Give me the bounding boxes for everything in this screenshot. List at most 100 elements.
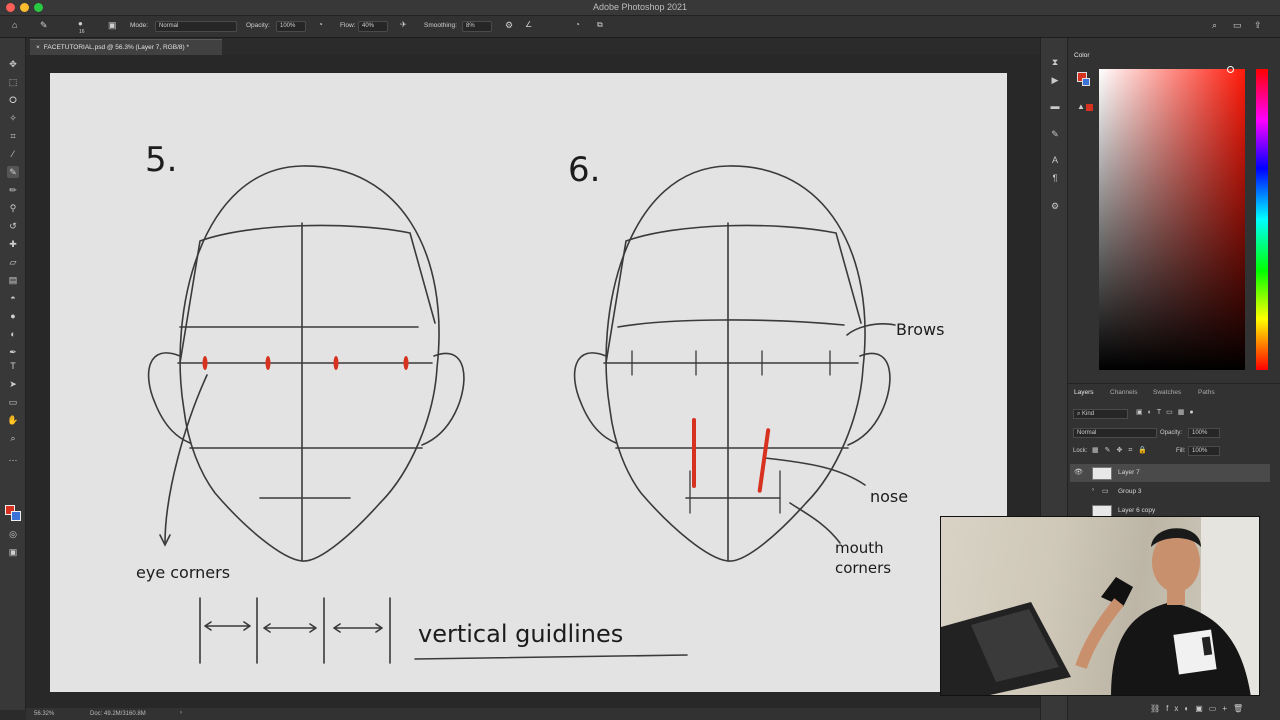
brush-size: 16 (79, 29, 85, 35)
hue-slider[interactable] (1256, 69, 1268, 370)
layer-filter-icons[interactable]: ▣◐T▭▦● (1136, 408, 1199, 416)
workspace-icon[interactable]: ▭ (1233, 20, 1242, 31)
layer-thumbnail (1092, 467, 1112, 480)
symmetry-icon[interactable]: ⧉ (597, 20, 603, 30)
brows-arrow (846, 323, 896, 336)
ear-left-b (573, 352, 617, 444)
history-brush-tool-icon[interactable]: ↺ (7, 220, 19, 232)
document-tab-close-icon[interactable]: × (36, 44, 40, 51)
healing-brush-tool-icon[interactable]: ✚ (7, 238, 19, 250)
dodge-tool-icon[interactable]: ◐ (7, 328, 19, 340)
paths-tab[interactable]: Paths (1198, 389, 1215, 396)
layer-filter-select[interactable]: ⌕ Kind (1073, 409, 1128, 419)
brush-preset-icon[interactable]: ● (78, 19, 83, 28)
color-panel-tab[interactable]: Color (1074, 52, 1090, 59)
zoom-tool-icon[interactable]: ⌕ (7, 432, 19, 444)
ear-right-a (421, 352, 465, 446)
status-bar: 56.32% Doc: 49.2M/3160.8M › (26, 708, 1040, 720)
pencil-tool-icon[interactable]: ✏ (7, 184, 19, 196)
paragraph-icon[interactable]: ¶ (1049, 172, 1061, 184)
tools-panel: ✥ ⬚ ⵔ ✧ ⌗ ⁄ ✎ ✏ ⚲ ↺ ✚ ▱ ▤ ◓ ● ◐ ✒ T ➤ ▭ … (0, 38, 26, 710)
lasso-tool-icon[interactable]: ⵔ (7, 94, 19, 106)
move-tool-icon[interactable]: ✥ (7, 58, 19, 70)
eye-visibility-icon[interactable]: 👁 (1074, 468, 1083, 476)
brush-tool-icon[interactable]: ✎ (7, 166, 19, 178)
quick-mask-icon[interactable]: ◎ (7, 528, 19, 540)
eyedropper-tool-icon[interactable]: ⁄ (7, 148, 19, 160)
ear-left-a (147, 352, 191, 444)
step-label-right: 6. (568, 150, 600, 190)
layers-tab[interactable]: Layers (1074, 389, 1094, 396)
gamut-warning-icon: ▲ (1077, 102, 1085, 111)
crop-tool-icon[interactable]: ⌗ (7, 130, 19, 142)
channels-tab[interactable]: Channels (1110, 389, 1137, 396)
color-panel-background-swatch[interactable] (1082, 78, 1090, 86)
lock-icons[interactable]: ▦✎✥⌗🔒 (1092, 446, 1153, 455)
forehead-box-left (179, 224, 436, 364)
blur-tool-icon[interactable]: ● (7, 310, 19, 322)
pressure-opacity-icon[interactable]: ◔ (318, 20, 323, 29)
character-icon[interactable]: A (1049, 154, 1061, 166)
app-title: Adobe Photoshop 2021 (592, 2, 688, 12)
layer-row[interactable]: › ▭ Group 3 (1070, 483, 1270, 501)
type-tool-icon[interactable]: T (7, 360, 19, 372)
clone-stamp-tool-icon[interactable]: ⚲ (7, 202, 19, 214)
adjustments-icon[interactable]: ▬ (1049, 100, 1061, 112)
layer-opacity-field[interactable]: 100% (1188, 428, 1220, 438)
share-icon[interactable]: ⇪ (1254, 20, 1262, 31)
brows-label: Brows (896, 320, 944, 339)
brush-tool-icon[interactable]: ✎ (40, 20, 48, 31)
blend-mode-select[interactable]: Normal (1073, 428, 1157, 438)
document-tab[interactable]: × FACETUTORIAL.psd @ 56.3% (Layer 7, RGB/… (30, 39, 222, 55)
gradient-tool-icon[interactable]: ▤ (7, 274, 19, 286)
gamut-color-icon[interactable] (1086, 104, 1093, 111)
mode-select[interactable]: Normal (155, 21, 237, 32)
search-icon[interactable]: ⌕ (1212, 20, 1217, 31)
lock-label: Lock: (1073, 448, 1088, 454)
eraser-tool-icon[interactable]: ▱ (7, 256, 19, 268)
chevron-right-icon[interactable]: › (1092, 487, 1094, 493)
screen-mode-icon[interactable]: ▣ (7, 546, 19, 558)
layer-name: Group 3 (1118, 488, 1142, 495)
vertical-guidlines-label: vertical guidlines (418, 620, 623, 648)
status-chevron-icon[interactable]: › (180, 710, 182, 716)
paint-bucket-tool-icon[interactable]: ◓ (7, 292, 19, 304)
home-icon[interactable]: ⌂ (12, 20, 17, 30)
eye-corners-label: eye corners (136, 563, 230, 582)
brush-settings-icon[interactable]: ✎ (1049, 128, 1061, 140)
pen-tool-icon[interactable]: ✒ (7, 346, 19, 358)
document-tab-label: FACETUTORIAL.psd @ 56.3% (Layer 7, RGB/8… (43, 44, 189, 51)
background-color-swatch[interactable] (11, 511, 21, 521)
red-marks (202, 356, 771, 493)
swatches-tab[interactable]: Swatches (1153, 389, 1181, 396)
webcam-overlay (940, 516, 1260, 696)
document-canvas[interactable]: 5. 6. eye corners vertical guidlines Bro… (50, 73, 1007, 692)
zoom-level[interactable]: 56.32% (34, 711, 54, 717)
brush-settings-icon[interactable]: ▣ (108, 20, 117, 31)
nose-label: nose (870, 487, 908, 506)
pressure-size-icon[interactable]: ◔ (575, 20, 580, 29)
fill-field[interactable]: 100% (1188, 446, 1220, 456)
actions-play-icon[interactable]: ▶ (1049, 74, 1061, 86)
color-picker-field[interactable] (1099, 69, 1245, 370)
eye-corners-arrow (164, 374, 208, 544)
smoothing-settings-gear-icon[interactable]: ⚙ (505, 20, 513, 31)
smoothing-field[interactable]: 8% (462, 21, 492, 32)
color-picker-cursor[interactable] (1227, 66, 1234, 73)
properties-icon[interactable]: ⚙ (1049, 200, 1061, 212)
mouth-arrow (789, 502, 841, 544)
layer-name: Layer 6 copy (1118, 507, 1156, 514)
layers-footer-icons[interactable]: ⛓fx◐▣▭+🗑 (1150, 704, 1249, 713)
marquee-tool-icon[interactable]: ⬚ (7, 76, 19, 88)
opacity-field[interactable]: 100% (276, 21, 306, 32)
history-icon[interactable]: ⧗ (1049, 56, 1061, 68)
magic-wand-tool-icon[interactable]: ✧ (7, 112, 19, 124)
airbrush-icon[interactable]: ✈ (400, 20, 407, 29)
hand-tool-icon[interactable]: ✋ (7, 414, 19, 426)
shape-tool-icon[interactable]: ▭ (7, 396, 19, 408)
angle-icon[interactable]: ∠ (525, 20, 532, 29)
edit-toolbar-icon[interactable]: ⋯ (7, 454, 19, 466)
layer-row[interactable]: 👁 Layer 7 (1070, 464, 1270, 482)
path-selection-tool-icon[interactable]: ➤ (7, 378, 19, 390)
flow-field[interactable]: 40% (358, 21, 388, 32)
